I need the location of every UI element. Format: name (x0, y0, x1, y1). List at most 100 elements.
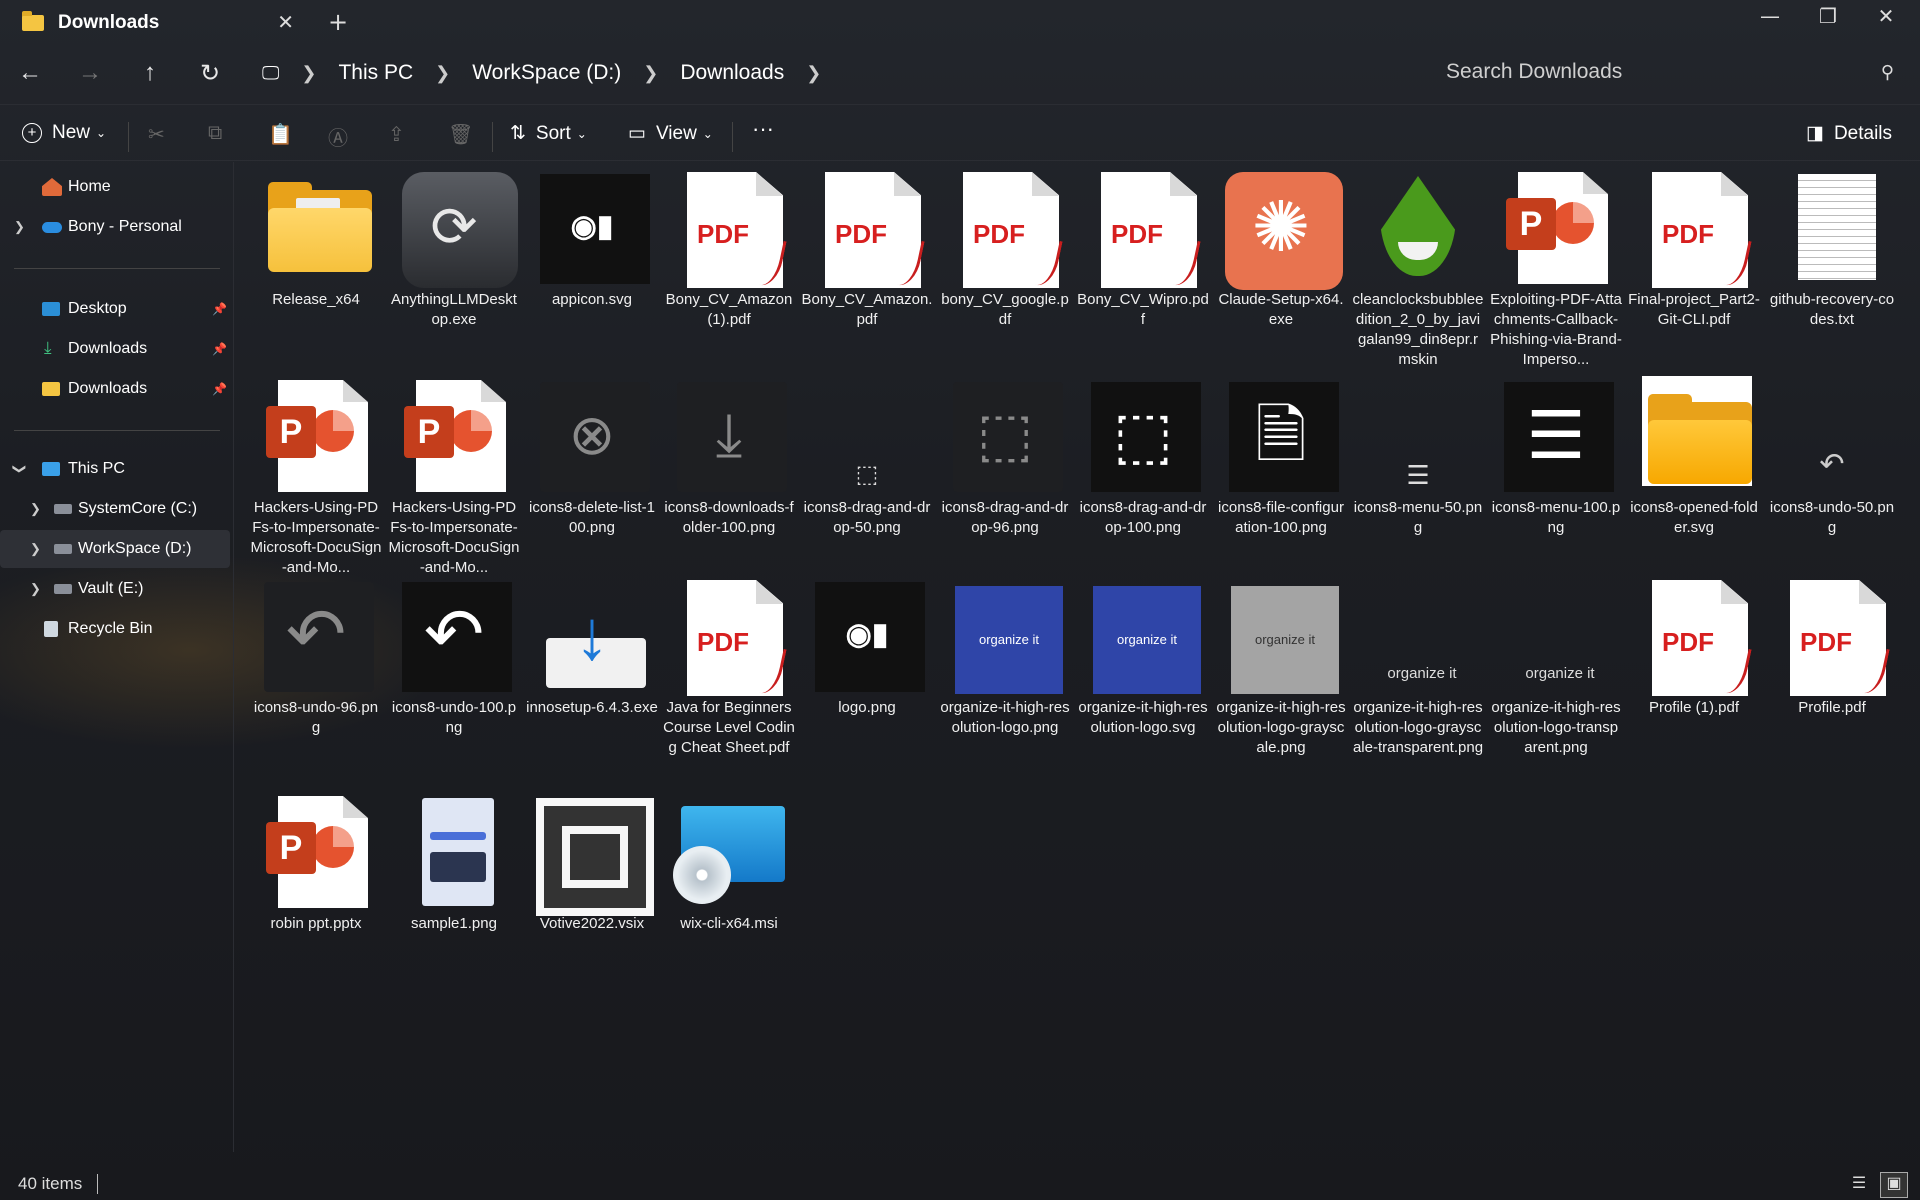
sidebar-item-recycle-bin[interactable]: Recycle Bin (0, 610, 230, 648)
chevron-right-icon[interactable]: ❯ (14, 219, 25, 235)
file-item[interactable]: ⬚ icons8-drag-and-drop-96.png (939, 376, 1071, 538)
sidebar-item-this-pc[interactable]: ❯ This PC (0, 450, 230, 488)
back-button[interactable]: ← (0, 59, 60, 87)
file-item[interactable]: cleanclocksbubbleedition_2_0_by_javigala… (1352, 168, 1484, 370)
paste-icon[interactable]: 📋 (268, 122, 293, 147)
file-item[interactable]: Probin ppt.pptx (250, 792, 382, 934)
menubig-thumbnail-icon: ☰ (1496, 376, 1616, 494)
file-item[interactable]: organize it organize-it-high-resolution-l… (1215, 576, 1347, 758)
file-item[interactable]: PDF Bony_CV_Wipro.pdf (1077, 168, 1209, 330)
file-item[interactable]: ↶ icons8-undo-100.png (388, 576, 520, 738)
forward-button[interactable]: → (60, 59, 120, 87)
file-item[interactable]: icons8-opened-folder.svg (1628, 376, 1760, 538)
close-tab-icon[interactable]: ✕ (277, 10, 294, 34)
file-item[interactable]: P Exploiting-PDF-Attachments-Callback-Phi… (1490, 168, 1622, 370)
sort-button[interactable]: ⇅ Sort ⌄ (510, 122, 587, 145)
sidebar-item-drive-d[interactable]: ❯ WorkSpace (D:) (0, 530, 230, 568)
chevron-right-icon[interactable]: ❯ (30, 581, 41, 597)
file-item[interactable]: Release_x64 (250, 168, 382, 310)
file-name: appicon.svg (551, 291, 633, 308)
file-item[interactable]: wix-cli-x64.msi (663, 792, 795, 934)
copy-icon[interactable]: ⧉ (208, 122, 222, 145)
tab-downloads[interactable]: Downloads ✕ (8, 4, 308, 42)
navigation-pane: Home ❯ Bony - Personal Desktop 📌 ⤓ Downl… (0, 162, 234, 1152)
file-item[interactable]: sample1.png (388, 792, 520, 934)
file-item[interactable]: organize it organize-it-high-resolution-l… (1490, 576, 1622, 758)
chevron-right-icon[interactable]: ❯ (301, 63, 316, 84)
cut-icon[interactable]: ✂ (148, 122, 165, 147)
file-item[interactable]: ↶ icons8-undo-50.png (1766, 376, 1898, 538)
rename-icon[interactable]: Ⓐ (328, 122, 348, 151)
sidebar-label: Vault (E:) (78, 580, 144, 597)
file-item[interactable]: P Hackers-Using-PDFs-to-Impersonate-Micro… (388, 376, 520, 578)
pin-icon[interactable]: 📌 (212, 382, 227, 396)
delete-icon[interactable]: 🗑 (448, 122, 473, 147)
file-item[interactable]: PDF Java for Beginners Course Level Codin… (663, 576, 795, 758)
view-label: View (655, 122, 697, 144)
file-item[interactable]: ✺ Claude-Setup-x64.exe (1215, 168, 1347, 330)
file-item[interactable]: github-recovery-codes.txt (1766, 168, 1898, 330)
chevron-right-icon[interactable]: ❯ (806, 63, 821, 84)
large-icons-view-icon[interactable]: ▣ (1880, 1172, 1908, 1198)
restore-button[interactable]: ❐ (1798, 4, 1858, 28)
file-item[interactable]: organize it organize-it-high-resolution-l… (1077, 576, 1209, 738)
file-item[interactable]: ☰ icons8-menu-100.png (1490, 376, 1622, 538)
sidebar-item-downloads[interactable]: ⤓ Downloads 📌 (0, 330, 230, 368)
new-button[interactable]: + New ⌄ (22, 122, 106, 144)
chevron-right-icon[interactable]: ❯ (435, 63, 450, 84)
folder-icon (22, 11, 44, 31)
chevron-down-icon[interactable]: ❯ (11, 464, 27, 475)
file-item[interactable]: ⬚ icons8-drag-and-drop-50.png (801, 376, 933, 538)
file-item[interactable]: ↶ icons8-undo-96.png (250, 576, 382, 738)
file-item[interactable]: Votive2022.vsix (526, 792, 658, 934)
breadcrumb-this-pc[interactable]: This PC (338, 61, 413, 85)
up-button[interactable]: ↑ (120, 59, 180, 87)
share-icon[interactable]: ⇪ (388, 122, 405, 147)
details-view-icon[interactable]: ☰ (1845, 1172, 1873, 1198)
refresh-button[interactable]: ↻ (180, 59, 240, 88)
file-item[interactable]: ☰ icons8-menu-50.png (1352, 376, 1484, 538)
close-window-button[interactable]: ✕ (1856, 4, 1916, 28)
file-item[interactable]: organize it organize-it-high-resolution-l… (1352, 576, 1484, 758)
breadcrumb-workspace[interactable]: WorkSpace (D:) (472, 61, 621, 85)
new-tab-button[interactable]: + (328, 8, 348, 36)
file-item[interactable]: ⟳ AnythingLLMDesktop.exe (388, 168, 520, 330)
chevron-right-icon[interactable]: ❯ (30, 501, 41, 517)
file-item[interactable]: ◉▮ appicon.svg (526, 168, 658, 310)
file-name: Profile (1).pdf (1648, 699, 1740, 716)
breadcrumb-downloads[interactable]: Downloads (680, 61, 784, 85)
details-button[interactable]: ◨ Details (1806, 122, 1892, 145)
sidebar-item-downloads-folder[interactable]: Downloads 📌 (0, 370, 230, 408)
file-item[interactable]: PDF bony_CV_google.pdf (939, 168, 1071, 330)
sidebar-item-home[interactable]: Home (0, 168, 230, 206)
file-item[interactable]: ↓ innosetup-6.4.3.exe (526, 576, 658, 718)
file-item[interactable]: 🗎 icons8-file-configuration-100.png (1215, 376, 1347, 538)
more-options-button[interactable]: ··· (752, 116, 774, 142)
file-item[interactable]: PDF Bony_CV_Amazon.pdf (801, 168, 933, 330)
file-item[interactable]: ⊗ icons8-delete-list-100.png (526, 376, 658, 538)
view-button[interactable]: ▭ View ⌄ (628, 122, 713, 145)
computer-icon[interactable]: 🖵 (262, 63, 279, 84)
file-item[interactable]: PDF Final-project_Part2-Git-CLI.pdf (1628, 168, 1760, 330)
sidebar-item-drive-c[interactable]: ❯ SystemCore (C:) (0, 490, 230, 528)
file-item[interactable]: organize it organize-it-high-resolution-l… (939, 576, 1071, 738)
file-item[interactable]: PDF Profile.pdf (1766, 576, 1898, 718)
file-item[interactable]: PDF Bony_CV_Amazon (1).pdf (663, 168, 795, 330)
sidebar-item-onedrive[interactable]: ❯ Bony - Personal (0, 208, 230, 246)
divider (14, 268, 220, 269)
search-box[interactable]: Search Downloads ⚲ (1430, 50, 1910, 94)
file-item[interactable]: P Hackers-Using-PDFs-to-Impersonate-Micro… (250, 376, 382, 578)
file-item[interactable]: ⬚ icons8-drag-and-drop-100.png (1077, 376, 1209, 538)
search-icon[interactable]: ⚲ (1881, 62, 1894, 83)
sidebar-item-drive-e[interactable]: ❯ Vault (E:) (0, 570, 230, 608)
file-item[interactable]: ⤓ icons8-downloads-folder-100.png (663, 376, 795, 538)
file-item[interactable]: PDF Profile (1).pdf (1628, 576, 1760, 718)
file-item[interactable]: ◉▮ logo.png (801, 576, 933, 718)
sidebar-item-desktop[interactable]: Desktop 📌 (0, 290, 230, 328)
chevron-right-icon[interactable]: ❯ (30, 541, 41, 557)
file-name: Exploiting-PDF-Attachments-Callback-Phis… (1490, 291, 1622, 368)
minimize-button[interactable]: — (1740, 4, 1800, 28)
chevron-right-icon[interactable]: ❯ (643, 63, 658, 84)
pin-icon[interactable]: 📌 (212, 342, 227, 356)
pin-icon[interactable]: 📌 (212, 302, 227, 316)
